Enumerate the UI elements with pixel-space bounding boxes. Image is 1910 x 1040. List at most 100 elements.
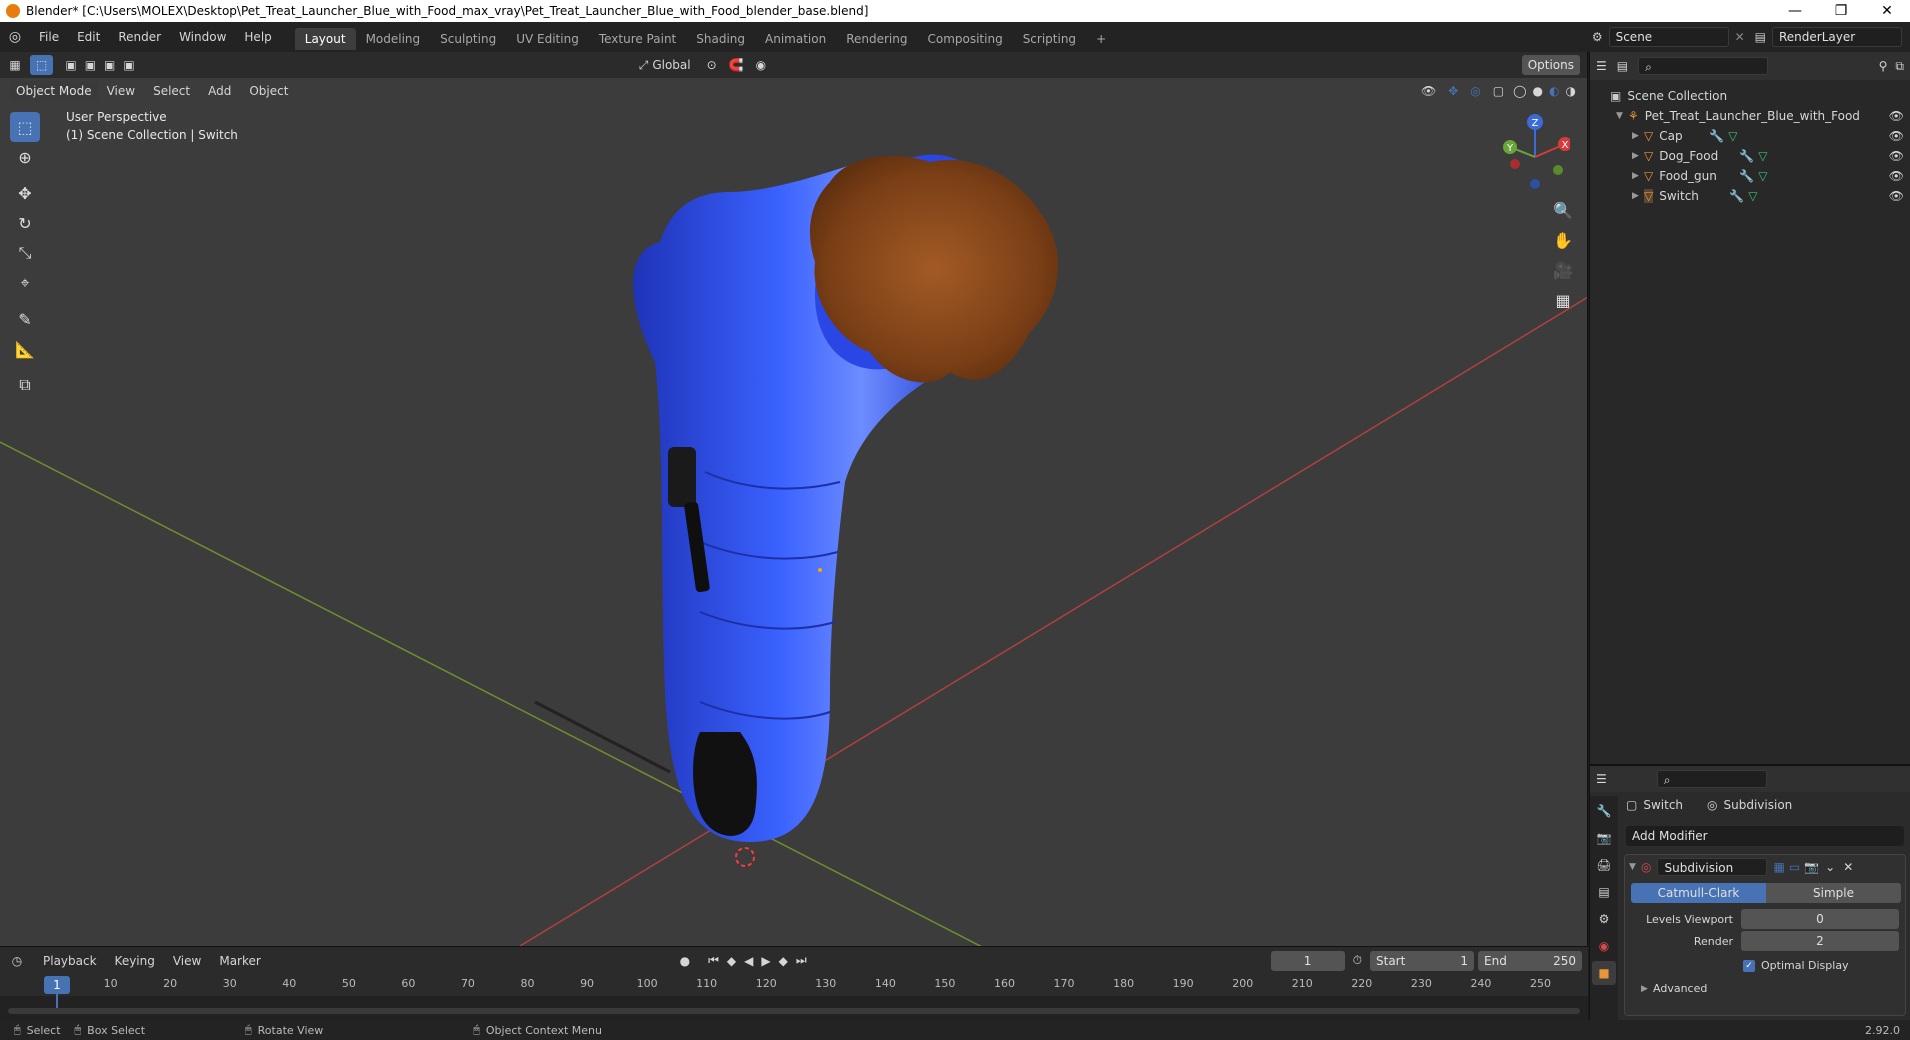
tab-animation[interactable]: Animation [755, 28, 836, 50]
visibility-eye-icon[interactable]: 👁 [1889, 169, 1904, 183]
viewport-toggle-icon[interactable]: ▭ [1789, 860, 1800, 874]
play-reverse-icon[interactable]: ◀ [744, 954, 753, 968]
tool-tab-icon[interactable]: 🔧 [1592, 799, 1616, 823]
material-shading-icon[interactable]: ◐ [1549, 84, 1559, 98]
overlay-toggle-icon[interactable]: ◎ [1470, 84, 1480, 98]
visibility-eye-icon[interactable]: 👁 [1889, 129, 1904, 143]
tab-uv-editing[interactable]: UV Editing [506, 28, 589, 50]
tree-object-dog-food[interactable]: ▶ ▽ Dog_Food 🔧 ▽ 👁 [1610, 146, 1910, 166]
filter-icon[interactable]: ⚲ [1879, 59, 1888, 73]
select-tool-icon[interactable]: ⬚ [30, 55, 54, 75]
expand-icon[interactable]: ▶ [1632, 151, 1644, 161]
editor-type-icon[interactable]: ▦ [0, 58, 30, 72]
menu-window[interactable]: Window [170, 22, 235, 52]
scene-icon[interactable]: ⚙ [1592, 30, 1603, 44]
tab-texture-paint[interactable]: Texture Paint [589, 28, 686, 50]
transform-tool-icon[interactable]: ⌖ [10, 268, 40, 298]
scale-tool-icon[interactable]: ⤡ [10, 238, 40, 268]
timeline-menu-marker[interactable]: Marker [210, 946, 269, 976]
jump-start-icon[interactable]: ⏮ [708, 953, 719, 968]
expand-icon[interactable]: ▶ [1632, 171, 1644, 181]
timeline-menu-keying[interactable]: Keying [106, 946, 164, 976]
play-icon[interactable]: ▶ [761, 954, 770, 968]
select-mode-invert-icon[interactable]: ▣ [123, 58, 134, 72]
properties-editor-icon[interactable]: ☰ [1596, 772, 1607, 786]
add-modifier-dropdown[interactable]: Add Modifier [1626, 826, 1904, 846]
tab-layout[interactable]: Layout [294, 28, 356, 50]
tree-object-cap[interactable]: ▶ ▽ Cap 🔧 ▽ 👁 [1610, 126, 1910, 146]
edit-mode-toggle-icon[interactable]: ▦ [1773, 860, 1784, 874]
tree-collection[interactable]: ▼ ⚘ Pet_Treat_Launcher_Blue_with_Food 👁 [1610, 106, 1910, 126]
display-mode-icon[interactable]: ▤ [1617, 59, 1628, 73]
modifier-name-field[interactable]: Subdivision [1657, 858, 1768, 876]
tab-shading[interactable]: Shading [686, 28, 755, 50]
playhead[interactable]: 1 [44, 976, 70, 994]
pivot-icon[interactable]: ⊙ [707, 58, 717, 72]
expand-icon[interactable]: ▼ [1616, 111, 1628, 121]
object-mode-dropdown[interactable]: Object Mode [10, 81, 98, 101]
catmull-clark-button[interactable]: Catmull-Clark [1631, 883, 1766, 903]
current-frame-field[interactable]: 1 [1270, 950, 1345, 971]
add-cube-tool-icon[interactable]: ⧉ [10, 370, 40, 400]
zoom-icon[interactable]: 🔍 [1548, 195, 1578, 225]
navigation-gizmo[interactable]: Z X Y [1500, 112, 1572, 192]
cursor-tool-icon[interactable]: ⊕ [10, 142, 40, 172]
render-tab-icon[interactable]: 📷 [1592, 826, 1616, 850]
tab-modeling[interactable]: Modeling [356, 28, 431, 50]
menu-render[interactable]: Render [109, 22, 170, 52]
view-layer-tab-icon[interactable]: ▤ [1592, 880, 1616, 904]
gizmo-toggle-icon[interactable]: ✥ [1448, 84, 1458, 98]
simple-button[interactable]: Simple [1766, 883, 1901, 903]
visibility-eye-icon[interactable]: 👁 [1889, 109, 1904, 123]
output-tab-icon[interactable]: 🖨 [1592, 853, 1616, 877]
minimize-button[interactable]: — [1772, 3, 1818, 19]
camera-view-icon[interactable]: 🎥 [1548, 255, 1578, 285]
timeline-editor-icon[interactable]: ◷ [0, 954, 34, 968]
viewport-menu-object[interactable]: Object [240, 76, 297, 106]
render-layer-icon[interactable]: ▤ [1755, 30, 1766, 44]
timeline-menu-view[interactable]: View [164, 946, 210, 976]
tree-object-switch[interactable]: ▶ ▽ Switch 🔧 ▽ 👁 [1610, 186, 1910, 206]
menu-help[interactable]: Help [235, 22, 280, 52]
add-workspace-button[interactable]: + [1086, 28, 1116, 50]
scene-tab-icon[interactable]: ⚙ [1592, 907, 1616, 931]
options-button[interactable]: Options [1521, 55, 1580, 75]
viewport-menu-view[interactable]: View [98, 76, 144, 106]
visibility-eye-icon[interactable]: 👁 [1889, 189, 1904, 203]
render-level-field[interactable]: 2 [1741, 931, 1899, 951]
orientation-dropdown[interactable]: Global [652, 58, 690, 72]
tab-scripting[interactable]: Scripting [1013, 28, 1086, 50]
modifier-menu-icon[interactable]: ⌄ [1825, 860, 1835, 874]
outliner-editor-icon[interactable]: ☰ [1596, 59, 1607, 73]
jump-keyframe-forward-icon[interactable]: ◆ [779, 954, 788, 968]
world-tab-icon[interactable]: ◉ [1592, 934, 1616, 958]
xray-icon[interactable]: ▢ [1493, 84, 1504, 98]
tree-object-food-gun[interactable]: ▶ ▽ Food_gun 🔧 ▽ 👁 [1610, 166, 1910, 186]
render-toggle-icon[interactable]: 📷 [1804, 860, 1819, 874]
close-button[interactable]: ✕ [1864, 3, 1910, 19]
3d-viewport[interactable]: ▦ ⬚ ▣ ▣ ▣ ▣ ⤢ Global ⊙ 🧲 ◉ Options Objec… [0, 52, 1588, 946]
select-mode-subtract-icon[interactable]: ▣ [104, 58, 115, 72]
solid-shading-icon[interactable]: ● [1533, 84, 1543, 98]
ortho-grid-icon[interactable]: ▦ [1548, 285, 1578, 315]
outliner-search-input[interactable]: ⌕ [1638, 57, 1769, 75]
3d-cursor-icon[interactable] [735, 847, 755, 867]
blender-menu-icon[interactable]: ◎ [0, 29, 30, 45]
select-mode-new-icon[interactable]: ▣ [65, 58, 76, 72]
viewport-menu-add[interactable]: Add [199, 76, 240, 106]
object-tab-icon[interactable]: ■ [1592, 961, 1616, 985]
record-icon[interactable]: ● [680, 954, 690, 968]
new-collection-icon[interactable]: ⧉ [1895, 59, 1904, 74]
tab-sculpting[interactable]: Sculpting [430, 28, 506, 50]
rendered-shading-icon[interactable]: ◑ [1566, 84, 1576, 98]
move-tool-icon[interactable]: ✥ [10, 178, 40, 208]
expand-icon[interactable]: ▶ [1632, 191, 1644, 201]
measure-tool-icon[interactable]: 📐 [10, 334, 40, 364]
proportional-edit-icon[interactable]: ◉ [756, 58, 766, 72]
remove-modifier-icon[interactable]: ✕ [1843, 860, 1853, 874]
viewport-menu-select[interactable]: Select [144, 76, 199, 106]
optimal-display-checkbox[interactable]: ✓ [1743, 959, 1755, 972]
menu-edit[interactable]: Edit [68, 22, 109, 52]
visibility-icon[interactable]: 👁 [1421, 84, 1436, 98]
start-frame-field[interactable]: Start 1 [1370, 950, 1474, 971]
